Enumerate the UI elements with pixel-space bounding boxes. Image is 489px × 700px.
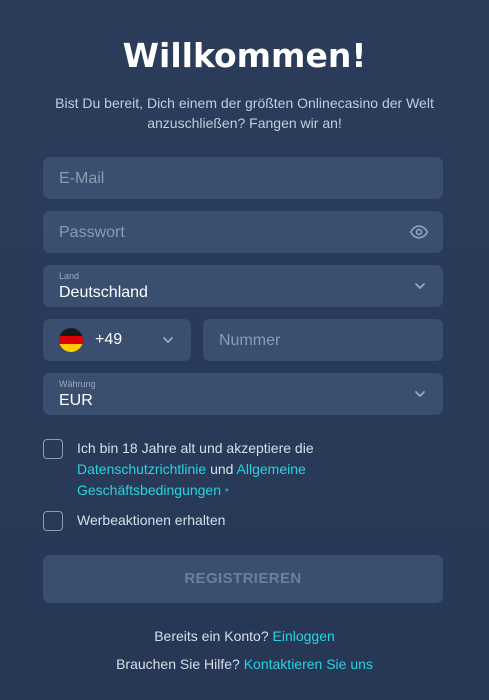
subtitle-line-1: Bist Du bereit, Dich einem der größten O…	[55, 95, 434, 111]
page-subtitle: Bist Du bereit, Dich einem der größten O…	[30, 93, 459, 133]
password-placeholder: Passwort	[59, 224, 125, 241]
contact-link[interactable]: Kontaktieren Sie uns	[244, 656, 373, 672]
terms-and: und	[210, 461, 234, 477]
country-value: Deutschland	[59, 284, 148, 301]
promo-label: Werbeaktionen erhalten	[77, 512, 226, 528]
currency-label: Währung	[59, 379, 96, 389]
general-terms-link[interactable]: Allgemeine	[237, 461, 306, 477]
account-text: Bereits ein Konto?	[154, 628, 269, 644]
register-button[interactable]: REGISTRIEREN	[43, 555, 443, 603]
privacy-link[interactable]: Datenschutzrichtlinie	[77, 461, 206, 477]
email-placeholder: E-Mail	[59, 170, 105, 187]
login-link[interactable]: Einloggen	[273, 628, 335, 644]
phone-code-select[interactable]: +49	[43, 319, 191, 361]
eye-icon[interactable]	[409, 222, 429, 242]
currency-value: EUR	[59, 392, 93, 409]
subtitle-line-2: anzuschließen? Fangen wir an!	[147, 115, 342, 131]
help-text: Brauchen Sie Hilfe?	[116, 656, 240, 672]
germany-flag-icon	[59, 328, 83, 352]
terms-text: Ich bin 18 Jahre alt und akzeptiere die …	[77, 438, 314, 503]
required-mark: *	[224, 487, 229, 498]
phone-placeholder: Nummer	[219, 332, 281, 349]
currency-select[interactable]: Währung EUR	[43, 373, 443, 415]
terms-conditions-link[interactable]: Geschäftsbedingungen	[77, 482, 221, 498]
email-field[interactable]: E-Mail	[43, 157, 443, 199]
promo-checkbox[interactable]	[43, 511, 63, 531]
chevron-down-icon	[163, 337, 173, 343]
login-prompt: Bereits ein Konto? Einloggen	[0, 628, 489, 644]
phone-code-value: +49	[95, 331, 123, 348]
page-title: Willkommen!	[122, 36, 367, 75]
chevron-down-icon	[415, 391, 425, 397]
phone-number-field[interactable]: Nummer	[203, 319, 443, 361]
terms-line1: Ich bin 18 Jahre alt und akzeptiere die	[77, 440, 314, 456]
help-prompt: Brauchen Sie Hilfe? Kontaktieren Sie uns	[0, 656, 489, 672]
country-select[interactable]: Land Deutschland	[43, 265, 443, 307]
terms-checkbox[interactable]	[43, 439, 63, 459]
country-label: Land	[59, 271, 80, 281]
chevron-down-icon	[415, 283, 425, 289]
password-field[interactable]: Passwort	[43, 211, 443, 253]
